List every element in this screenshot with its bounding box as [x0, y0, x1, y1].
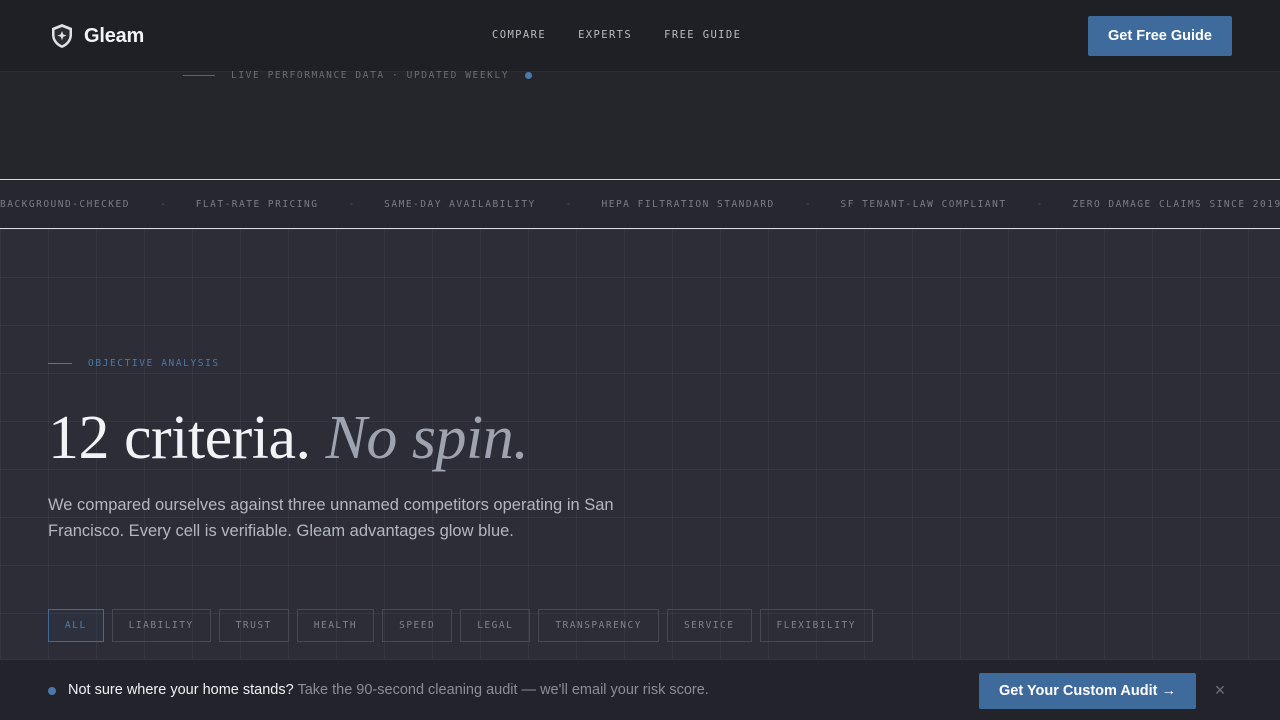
live-indicator-dot	[525, 71, 533, 79]
filter-legal[interactable]: LEGAL	[460, 609, 531, 642]
get-free-guide-button[interactable]: Get Free Guide	[1088, 16, 1232, 56]
category-filters: ALL LIABILITY TRUST HEALTH SPEED LEGAL T…	[48, 609, 873, 642]
marquee-separator: -	[565, 199, 572, 210]
marquee-item: HEPA FILTRATION STANDARD	[601, 199, 775, 210]
filter-service[interactable]: SERVICE	[666, 609, 752, 642]
filter-all[interactable]: ALL	[48, 609, 104, 642]
eyebrow-label: OBJECTIVE ANALYSIS	[88, 358, 220, 369]
brand-logo[interactable]: Gleam	[50, 22, 144, 50]
shield-sparkle-icon	[52, 24, 72, 48]
site-header: Gleam COMPARE EXPERTS FREE GUIDE Get Fre…	[0, 0, 1280, 72]
marquee-separator: -	[348, 199, 355, 210]
nav-compare[interactable]: COMPARE	[492, 29, 546, 41]
close-icon[interactable]: ×	[1211, 680, 1229, 700]
marquee-separator: -	[159, 199, 166, 210]
nav-experts[interactable]: EXPERTS	[578, 29, 632, 41]
title-main: 12 criteria.	[48, 404, 311, 472]
banner-lead: Not sure where your home stands?	[68, 682, 294, 698]
filter-flexibility[interactable]: FLEXIBILITY	[759, 609, 873, 642]
banner-detail: Take the 90-second cleaning audit — we'l…	[297, 682, 709, 698]
get-custom-audit-button[interactable]: Get Your Custom Audit →	[979, 673, 1196, 709]
marquee-track: BACKGROUND-CHECKED - FLAT-RATE PRICING -…	[0, 199, 1280, 210]
hero-eyebrow: OBJECTIVE ANALYSIS	[48, 358, 220, 369]
page-title: 12 criteria. No spin.	[48, 400, 529, 476]
hero-subtitle: We compared ourselves against three unna…	[48, 496, 614, 540]
filter-health[interactable]: HEALTH	[296, 609, 375, 642]
live-data-label: LIVE PERFORMANCE DATA · UPDATED WEEKLY	[231, 69, 510, 81]
nav-free-guide[interactable]: FREE GUIDE	[664, 29, 741, 41]
live-data-strip: LIVE PERFORMANCE DATA · UPDATED WEEKLY	[183, 68, 533, 82]
filter-liability[interactable]: LIABILITY	[111, 609, 211, 642]
marquee-item: FLAT-RATE PRICING	[195, 199, 319, 210]
title-accent: No spin.	[325, 404, 529, 472]
marquee-separator: -	[1036, 199, 1043, 210]
marquee-item: SF TENANT-LAW COMPLIANT	[840, 199, 1007, 210]
filter-transparency[interactable]: TRANSPARENCY	[538, 609, 659, 642]
marquee-separator: -	[804, 199, 811, 210]
feature-marquee: BACKGROUND-CHECKED - FLAT-RATE PRICING -…	[0, 179, 1280, 229]
banner-message: Not sure where your home stands? Take th…	[68, 682, 709, 698]
brand-name: Gleam	[84, 24, 145, 47]
live-divider-line	[183, 74, 215, 76]
main-nav: COMPARE EXPERTS FREE GUIDE	[492, 29, 741, 41]
banner-indicator-dot	[48, 687, 56, 695]
marquee-item: SAME-DAY AVAILABILITY	[384, 199, 536, 210]
marquee-item: BACKGROUND-CHECKED	[0, 199, 130, 210]
eyebrow-line	[48, 363, 72, 364]
filter-trust[interactable]: TRUST	[218, 609, 289, 642]
marquee-item: ZERO DAMAGE CLAIMS SINCE 2019	[1072, 199, 1280, 210]
audit-banner: Not sure where your home stands? Take th…	[0, 659, 1280, 720]
filter-speed[interactable]: SPEED	[382, 609, 453, 642]
